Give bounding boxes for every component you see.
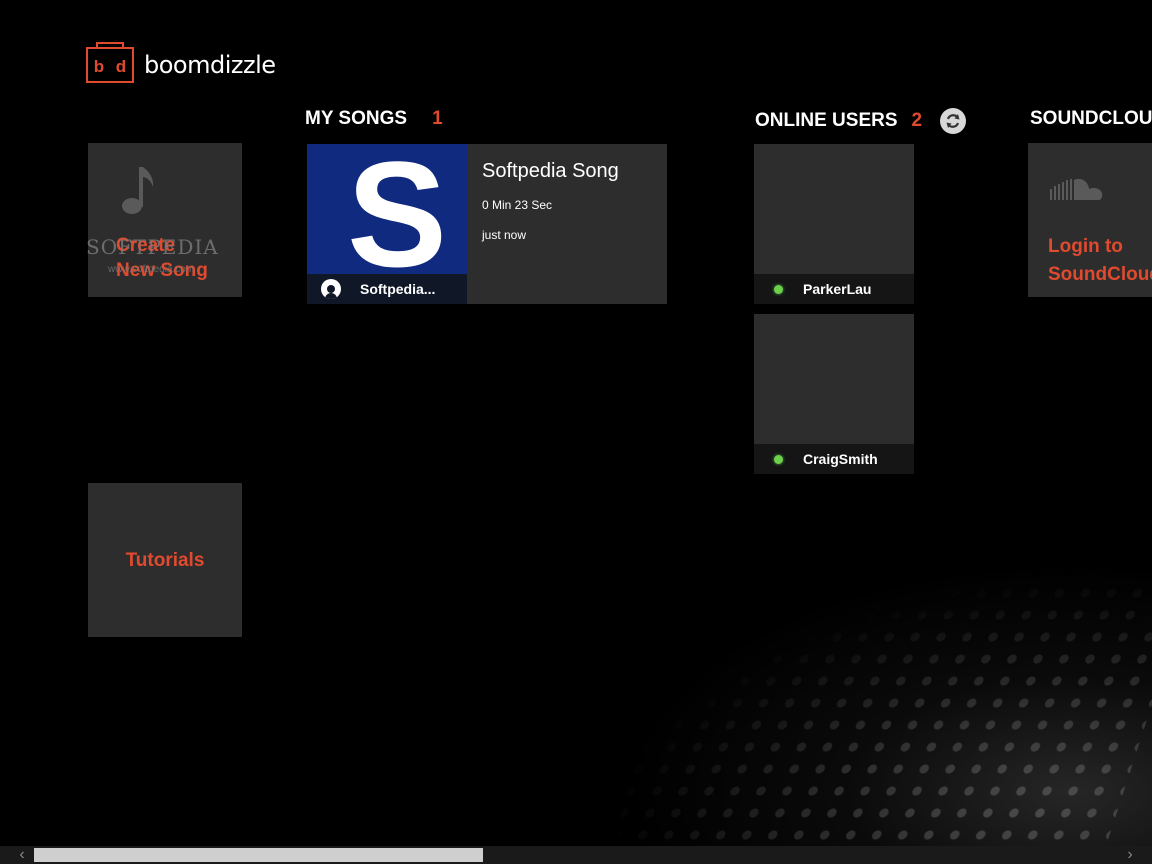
- user-icon: [321, 279, 341, 299]
- scroll-left-arrow-icon[interactable]: ‹: [12, 846, 32, 864]
- mixer-knobs-decoration: [620, 560, 1152, 850]
- online-status-icon: [774, 454, 783, 464]
- song-updated-time: just now: [482, 228, 527, 242]
- soundcloud-login-line2: SoundCloud: [1048, 264, 1152, 285]
- mixer-background-image: [620, 560, 1152, 850]
- user-tile[interactable]: ParkerLau: [754, 144, 914, 304]
- scroll-right-arrow-icon[interactable]: ›: [1120, 846, 1140, 864]
- app-name: boomdizzle: [144, 51, 276, 79]
- tutorials-label: Tutorials: [125, 549, 205, 571]
- music-note-icon: [122, 167, 154, 214]
- soundcloud-login-line1: Login to: [1048, 236, 1123, 257]
- user-name: ParkerLau: [803, 281, 872, 297]
- logo-letter-d: d: [115, 57, 127, 76]
- softpedia-watermark-url: www.softpedia.com: [108, 264, 195, 275]
- soundcloud-login-tile[interactable]: Login to SoundCloud: [1028, 143, 1152, 297]
- soundcloud-login-label: Login to SoundCloud: [1048, 233, 1152, 289]
- my-songs-header[interactable]: MY SONGS 1: [305, 108, 443, 130]
- song-owner-bar: Softpedia...: [307, 274, 467, 304]
- online-users-title: ONLINE USERS: [755, 110, 898, 131]
- soundcloud-icon: [1050, 178, 1103, 200]
- app-logo: b d boomdizzle: [86, 42, 276, 85]
- scroll-thumb[interactable]: [34, 848, 483, 862]
- user-name: CraigSmith: [803, 451, 878, 467]
- tutorials-tile[interactable]: Tutorials: [88, 483, 242, 637]
- user-tile[interactable]: CraigSmith: [754, 314, 914, 474]
- user-bar: CraigSmith: [754, 444, 914, 474]
- logo-letter-b: b: [93, 57, 105, 76]
- online-users-header[interactable]: ONLINE USERS 2: [755, 108, 967, 134]
- online-status-icon: [774, 284, 783, 294]
- song-title: Softpedia Song: [482, 160, 619, 182]
- song-owner-name: Softpedia...: [360, 281, 436, 297]
- horizontal-scrollbar[interactable]: ‹ ›: [0, 846, 1152, 864]
- my-songs-count: 1: [432, 108, 443, 129]
- song-artwork: S: [307, 144, 467, 274]
- boombox-icon: b d: [86, 42, 134, 83]
- song-duration: 0 Min 23 Sec: [482, 198, 553, 212]
- online-users-count: 2: [911, 110, 923, 131]
- refresh-icon[interactable]: [940, 108, 967, 134]
- song-tile[interactable]: S Softpedia... Softpedia Song 0 Min 23 S…: [307, 144, 667, 304]
- song-artwork-letter: S: [347, 144, 448, 274]
- soundcloud-header-clip: SOUNDCLOUD: [1030, 108, 1152, 130]
- my-songs-title: MY SONGS: [305, 108, 408, 129]
- soundcloud-title[interactable]: SOUNDCLOUD: [1030, 108, 1152, 129]
- user-bar: ParkerLau: [754, 274, 914, 304]
- softpedia-watermark: SOFTPEDIA: [86, 235, 219, 259]
